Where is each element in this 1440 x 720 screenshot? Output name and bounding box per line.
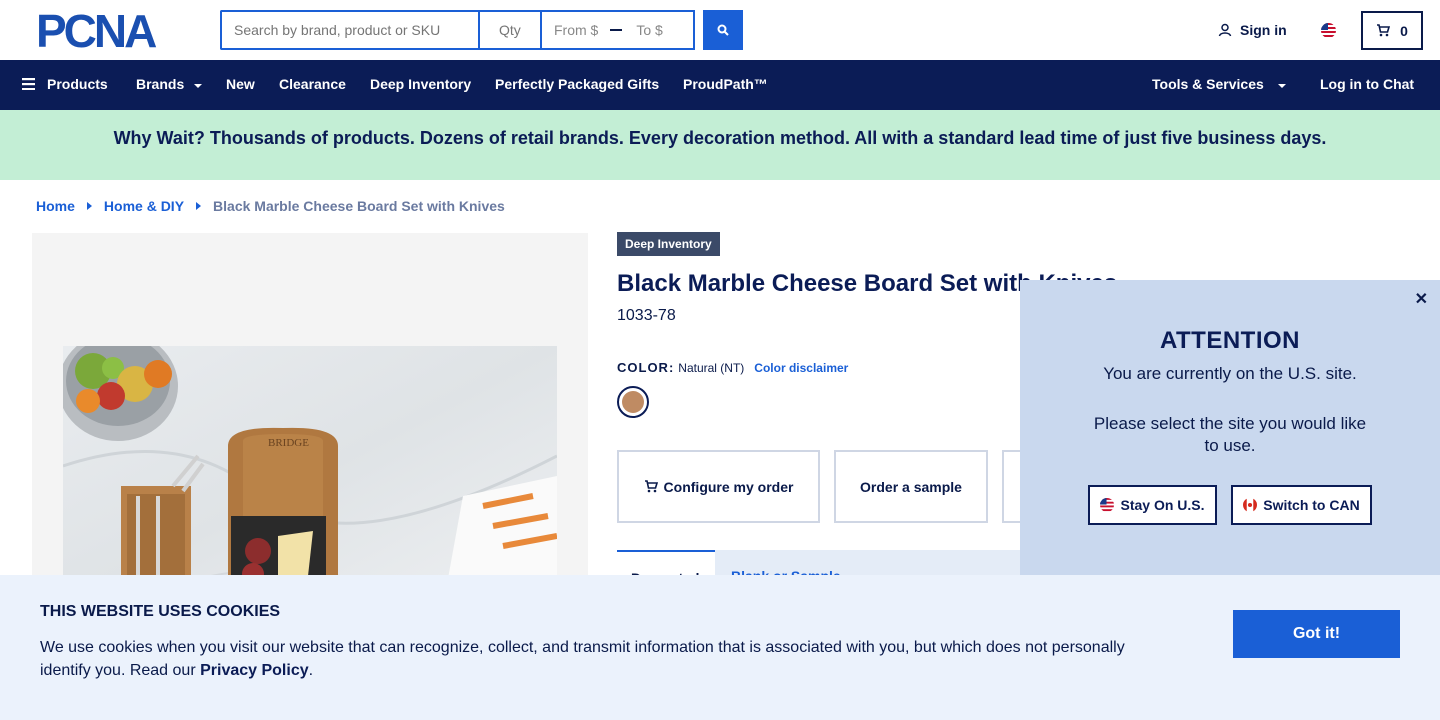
pcna-logo[interactable]: PCNA bbox=[36, 11, 184, 51]
logo-text: PCNA bbox=[36, 11, 156, 51]
nav-tools[interactable]: Tools & Services bbox=[1152, 76, 1286, 92]
sign-in-link[interactable]: Sign in bbox=[1218, 22, 1287, 38]
product-photo[interactable]: BRIDGE bbox=[63, 346, 557, 606]
nav-brands-label: Brands bbox=[136, 76, 185, 92]
cart-count: 0 bbox=[1400, 22, 1408, 39]
cart-icon bbox=[644, 480, 658, 493]
nav-deep-inventory[interactable]: Deep Inventory bbox=[370, 76, 471, 92]
nav-brands[interactable]: Brands bbox=[136, 76, 203, 92]
cookie-text: We use cookies when you visit our websit… bbox=[40, 636, 1160, 682]
breadcrumb-arrow-icon bbox=[86, 202, 92, 210]
deep-inventory-badge: Deep Inventory bbox=[617, 232, 720, 256]
popup-title: ATTENTION bbox=[1159, 327, 1301, 354]
site-header: PCNA From $ To $ Sign in 0 bbox=[0, 0, 1440, 60]
configure-order-button[interactable]: Configure my order bbox=[617, 450, 820, 523]
us-flag-icon[interactable] bbox=[1321, 23, 1336, 38]
popup-message: You are currently on the U.S. site. bbox=[1103, 364, 1357, 383]
nav-products[interactable]: Products bbox=[22, 76, 108, 92]
promo-banner: Why Wait? Thousands of products. Dozens … bbox=[0, 110, 1440, 180]
nav-gifts[interactable]: Perfectly Packaged Gifts bbox=[495, 76, 659, 92]
order-sample-button[interactable]: Order a sample bbox=[834, 450, 988, 523]
nav-clearance[interactable]: Clearance bbox=[279, 76, 346, 92]
popup-message-2: Please select the site you would like to… bbox=[1093, 414, 1367, 455]
svg-text:BRIDGE: BRIDGE bbox=[268, 437, 309, 449]
price-dash bbox=[610, 29, 623, 31]
breadcrumb-home[interactable]: Home bbox=[36, 198, 75, 214]
cookie-banner: THIS WEBSITE USES COOKIES We use cookies… bbox=[0, 575, 1440, 720]
promo-banner-text: Why Wait? Thousands of products. Dozens … bbox=[113, 127, 1327, 148]
color-swatch-natural[interactable] bbox=[617, 386, 649, 418]
qty-input[interactable] bbox=[478, 10, 540, 50]
color-disclaimer-link[interactable]: Color disclaimer bbox=[754, 361, 848, 375]
breadcrumb-current: Black Marble Cheese Board Set with Knive… bbox=[213, 198, 505, 214]
breadcrumb-category[interactable]: Home & DIY bbox=[104, 198, 184, 214]
search-input[interactable] bbox=[220, 10, 478, 50]
chevron-down-icon bbox=[194, 83, 203, 88]
stay-us-label: Stay On U.S. bbox=[1120, 497, 1205, 513]
us-flag-icon bbox=[1100, 498, 1115, 512]
swatch-fill bbox=[622, 391, 644, 413]
nav-new[interactable]: New bbox=[226, 76, 255, 92]
color-row: COLOR: Natural (NT) Color disclaimer bbox=[617, 360, 848, 375]
configure-order-label: Configure my order bbox=[663, 478, 794, 495]
nav-tools-label: Tools & Services bbox=[1152, 76, 1264, 92]
privacy-policy-link[interactable]: Privacy Policy bbox=[200, 662, 309, 679]
main-nav: Products Brands New Clearance Deep Inven… bbox=[0, 60, 1440, 110]
price-range[interactable]: From $ To $ bbox=[540, 10, 695, 50]
cart-icon bbox=[1377, 24, 1391, 37]
color-value: Natural (NT) bbox=[678, 361, 745, 375]
stay-us-button[interactable]: Stay On U.S. bbox=[1088, 485, 1217, 525]
color-label: COLOR: bbox=[617, 360, 675, 375]
product-sku: 1033-78 bbox=[617, 307, 676, 324]
breadcrumb-arrow-icon bbox=[196, 202, 202, 210]
menu-icon bbox=[22, 78, 35, 90]
sign-in-label: Sign in bbox=[1240, 22, 1287, 38]
close-icon[interactable]: ✕ bbox=[1415, 289, 1428, 309]
search-button[interactable] bbox=[703, 10, 743, 50]
cookie-title: THIS WEBSITE USES COOKIES bbox=[40, 603, 281, 620]
switch-can-button[interactable]: Switch to CAN bbox=[1231, 485, 1372, 525]
order-sample-label: Order a sample bbox=[860, 478, 962, 495]
cookie-accept-button[interactable]: Got it! bbox=[1233, 610, 1400, 658]
nav-products-label: Products bbox=[47, 76, 108, 92]
user-icon bbox=[1218, 23, 1232, 37]
chevron-down-icon bbox=[1277, 83, 1286, 88]
search-icon bbox=[717, 24, 729, 36]
nav-proudpath[interactable]: ProudPath™ bbox=[683, 76, 768, 92]
canada-flag-icon bbox=[1243, 498, 1258, 512]
cart-button[interactable]: 0 bbox=[1361, 11, 1423, 50]
nav-chat[interactable]: Log in to Chat bbox=[1320, 76, 1414, 92]
switch-can-label: Switch to CAN bbox=[1263, 497, 1360, 513]
site-select-popup: ✕ ATTENTION You are currently on the U.S… bbox=[1020, 280, 1440, 575]
breadcrumb: Home Home & DIY Black Marble Cheese Boar… bbox=[36, 198, 505, 214]
price-from[interactable]: From $ bbox=[554, 22, 598, 38]
cookie-end: . bbox=[308, 662, 314, 679]
price-to[interactable]: To $ bbox=[636, 22, 662, 38]
